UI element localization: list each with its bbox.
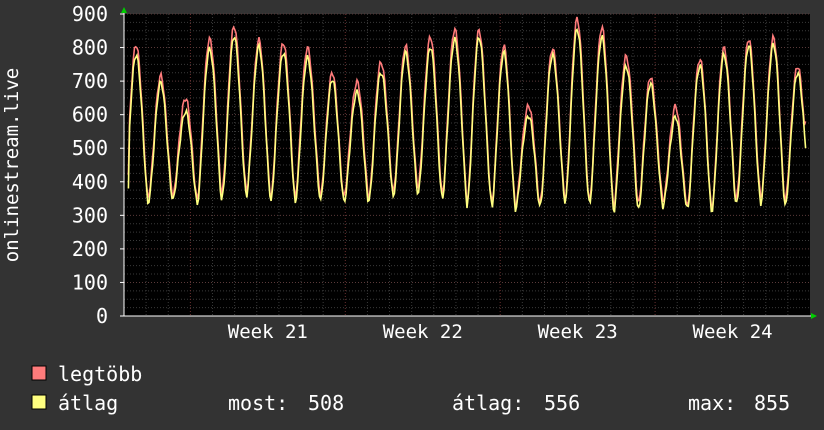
y-tick-label: 600 xyxy=(72,103,108,127)
y-tick-label: 100 xyxy=(72,270,108,294)
x-tick-label: Week 21 xyxy=(228,321,308,343)
stat-avg-value: 556 xyxy=(544,391,580,415)
y-axis-label: onlinestream.live xyxy=(1,68,23,262)
y-axis-arrow-icon xyxy=(121,7,127,13)
chart: 0100200300400500600700800900 Week 21 Week… xyxy=(1,2,817,415)
legend-swatch-atlag xyxy=(31,394,47,410)
stat-avg-label: átlag: xyxy=(452,391,524,415)
y-tick-label: 700 xyxy=(72,69,108,93)
legend-label-legtobb: legtöbb xyxy=(58,362,142,386)
y-tick-label: 400 xyxy=(72,170,108,194)
stat-now-label: most: xyxy=(228,391,288,415)
y-tick-label: 200 xyxy=(72,237,108,261)
stat-now-value: 508 xyxy=(308,391,344,415)
x-tick-label: Week 22 xyxy=(383,321,463,343)
y-tick-label: 800 xyxy=(72,36,108,60)
x-tick-label: Week 23 xyxy=(538,321,618,343)
x-tick-label: Week 24 xyxy=(693,321,773,343)
y-tick-labels: 0 100 200 300 400 500 600 700 800 900 xyxy=(72,2,124,328)
y-tick-label: 500 xyxy=(72,136,108,160)
stat-max-label: max: xyxy=(688,391,736,415)
stat-max-value: 855 xyxy=(754,391,790,415)
x-tick-labels: Week 21 Week 22 Week 23 Week 24 xyxy=(228,321,773,343)
y-tick-label: 900 xyxy=(72,2,108,26)
y-tick-label: 0 xyxy=(96,304,108,328)
legend-swatch-legtobb xyxy=(31,365,47,381)
x-axis-arrow-icon xyxy=(811,313,817,319)
legend: legtöbb átlag most: 508 átlag: 556 max: … xyxy=(31,362,790,415)
y-tick-label: 300 xyxy=(72,203,108,227)
legend-label-atlag: átlag xyxy=(58,391,118,415)
